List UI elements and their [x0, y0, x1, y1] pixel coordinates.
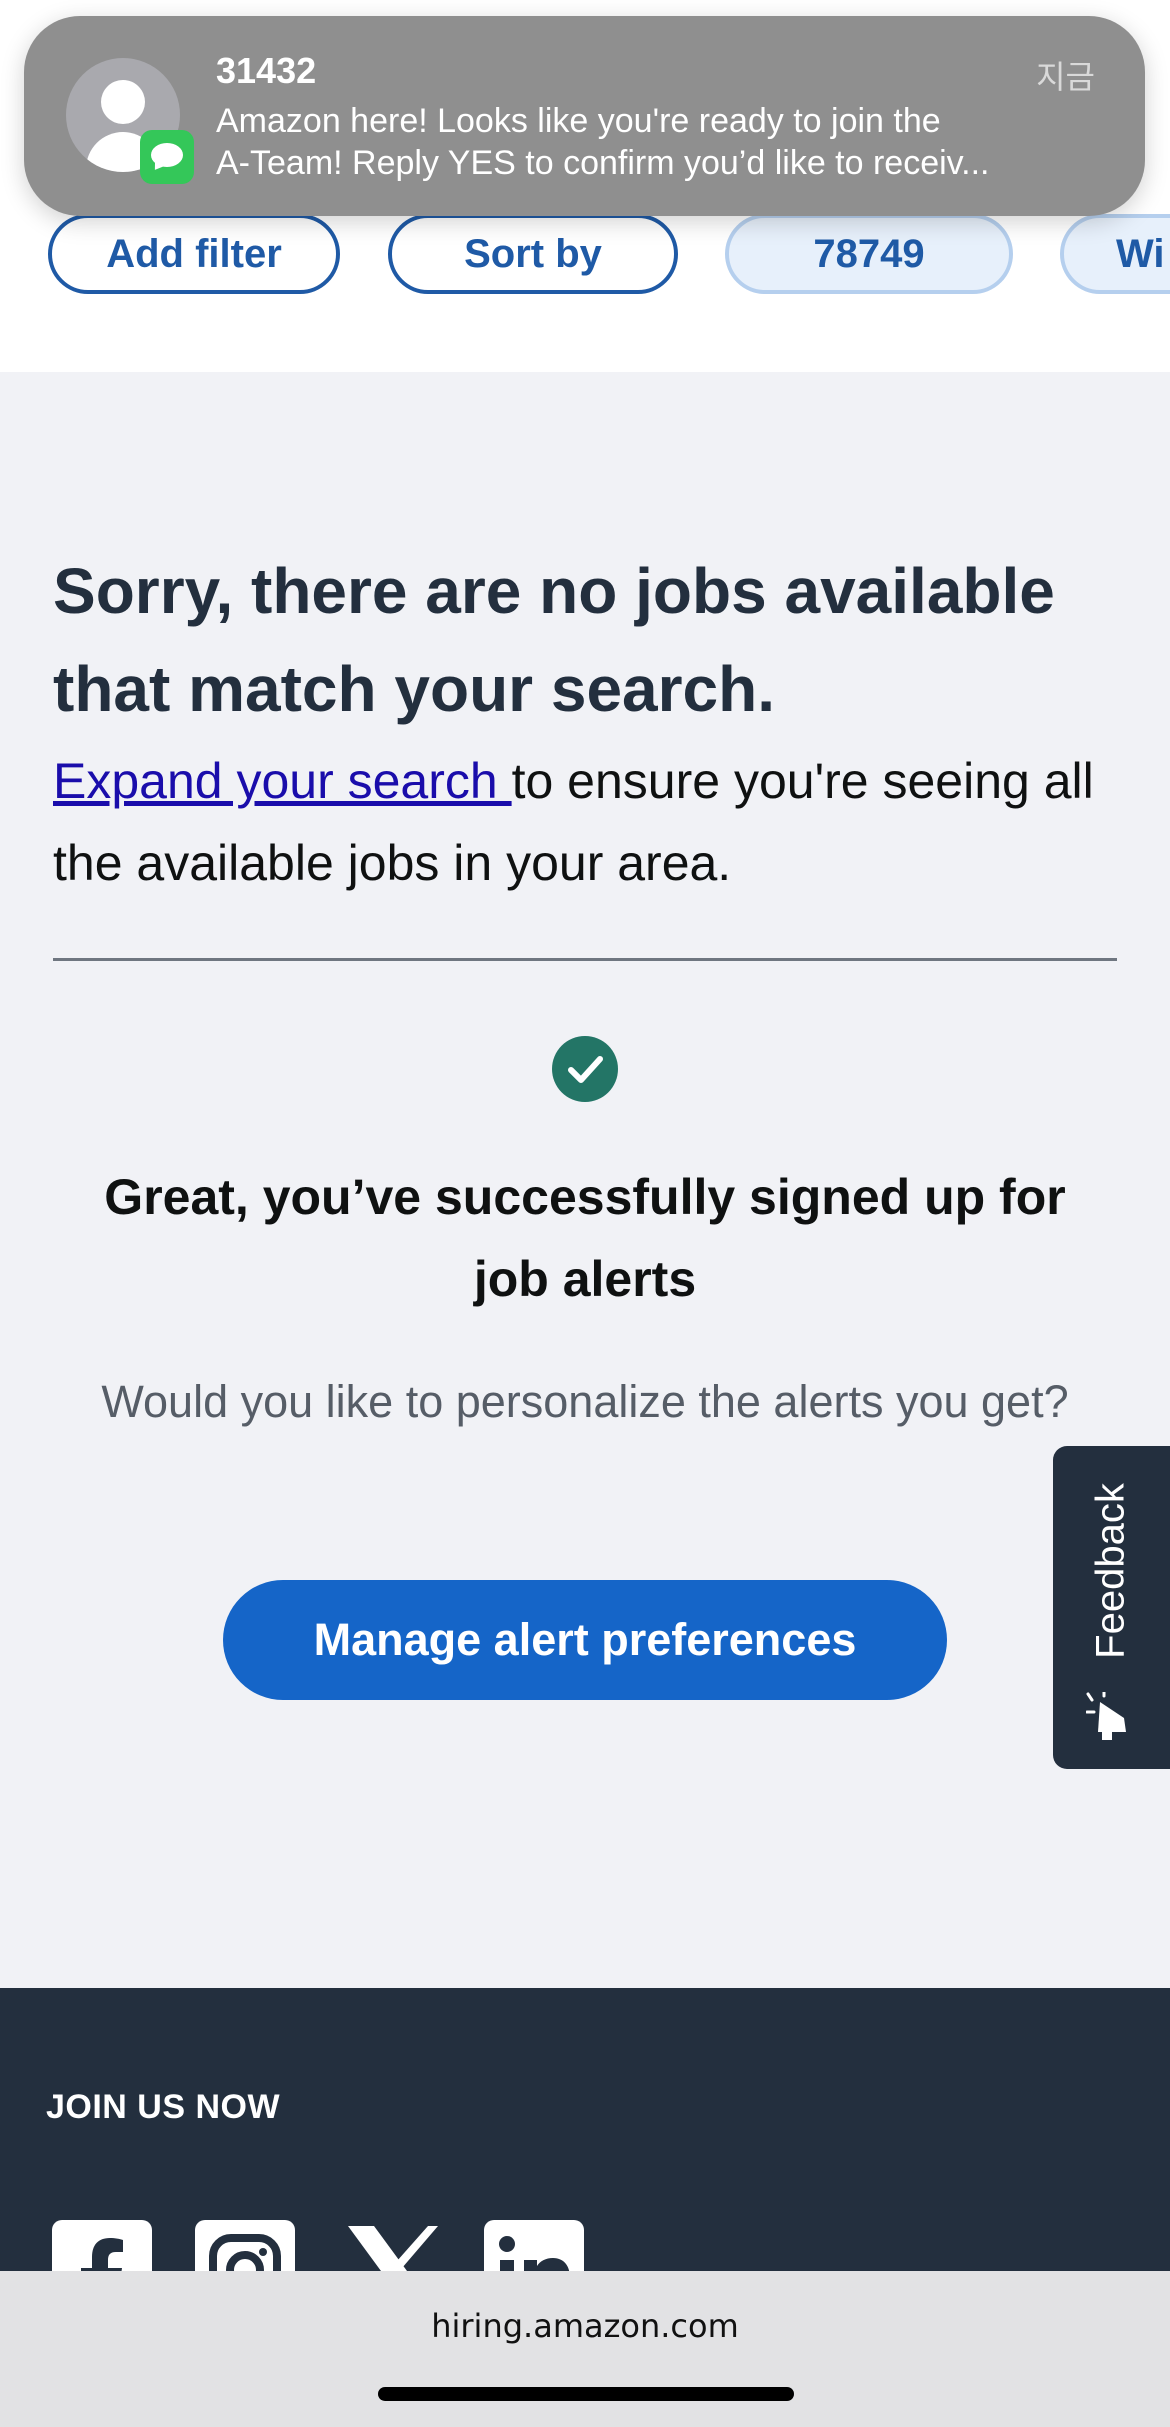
address-bar-url[interactable]: hiring.amazon.com — [0, 2307, 1170, 2345]
no-jobs-heading: Sorry, there are no jobs available that … — [53, 555, 1055, 725]
divider — [53, 958, 1117, 961]
check-circle-icon — [552, 1036, 618, 1102]
browser-bottom-bar — [0, 2271, 1170, 2427]
manage-alert-preferences-button[interactable]: Manage alert preferences — [223, 1580, 947, 1700]
alerts-success-heading: Great, you’ve successfully signed up for… — [104, 1169, 1066, 1307]
feedback-label: Feedback — [1088, 1483, 1133, 1659]
home-indicator[interactable] — [378, 2387, 794, 2401]
feedback-tab[interactable]: Feedback — [1053, 1446, 1170, 1769]
notification-message: Amazon here! Looks like you're ready to … — [216, 100, 1096, 184]
page: Add filter Sort by 78749 Wi 31432 지금 Ama… — [0, 0, 1170, 2427]
zip-code-filter-chip[interactable]: 78749 — [725, 214, 1013, 294]
expand-search-link[interactable]: Expand your search — [53, 753, 512, 809]
join-us-heading: JOIN US NOW — [46, 2088, 281, 2126]
notification-line-2: A-Team! Reply YES to confirm you’d like … — [216, 144, 990, 182]
personalize-prompt: Would you like to personalize the alerts… — [101, 1376, 1069, 1427]
messages-app-icon — [140, 130, 194, 184]
sort-by-button[interactable]: Sort by — [388, 214, 678, 294]
sms-notification-banner[interactable]: 31432 지금 Amazon here! Looks like you're … — [24, 16, 1145, 216]
distance-filter-chip[interactable]: Wi — [1060, 214, 1170, 294]
notification-sender: 31432 — [216, 50, 317, 91]
megaphone-icon — [1086, 1692, 1126, 1740]
notification-line-1: Amazon here! Looks like you're ready to … — [216, 102, 941, 140]
notification-time: 지금 — [1036, 58, 1095, 96]
add-filter-button[interactable]: Add filter — [48, 214, 340, 294]
expand-search-text: Expand your search to ensure you're seei… — [53, 740, 1133, 904]
